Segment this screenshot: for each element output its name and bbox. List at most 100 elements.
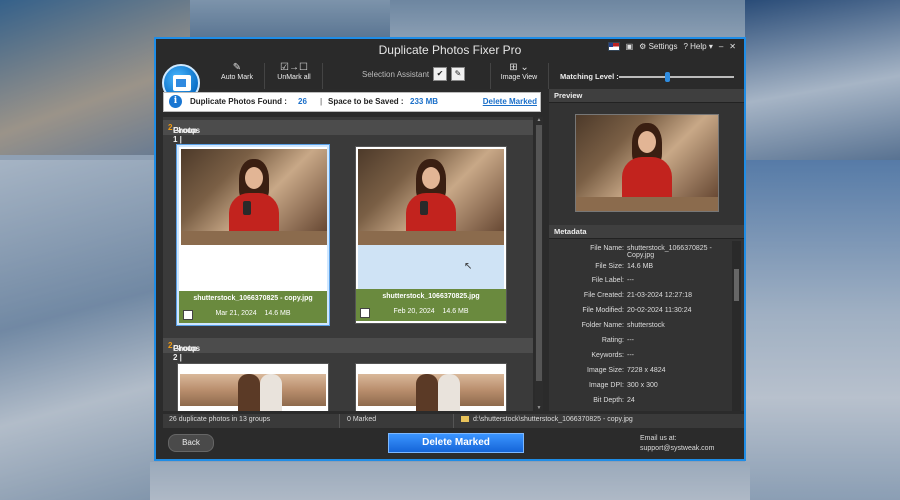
group-count: 2 — [168, 341, 173, 350]
status-path: d:\shutterstock\shutterstock_1066370825 … — [461, 416, 633, 423]
settings-label: Settings — [648, 42, 678, 51]
mouse-cursor-icon: ↖ — [464, 261, 473, 272]
status-path-text: d:\shutterstock\shutterstock_1066370825 … — [473, 416, 633, 423]
close-icon[interactable]: ✕ — [729, 42, 736, 51]
minimize-icon[interactable]: – — [719, 42, 723, 51]
metadata-title: Metadata — [554, 227, 587, 236]
matching-level-label: Matching Level : — [560, 72, 619, 81]
status-bar: 26 duplicate photos in 13 groups 0 Marke… — [163, 414, 744, 428]
folder-icon — [461, 416, 469, 423]
photo-filename: shutterstock_1066370825 - copy.jpg — [193, 295, 313, 302]
scrollbar-thumb[interactable] — [536, 125, 542, 381]
photo-card[interactable]: shutterstock_1066370825.jpg Feb 20, 2024… — [355, 146, 507, 324]
groups-scrollbar[interactable]: ▲ ▼ — [535, 117, 543, 411]
top-right-menu: ▣ ⚙ Settings ? Help ▾ – ✕ — [607, 42, 736, 51]
photo-date: Mar 21, 2024 — [215, 310, 257, 317]
title-bar: Duplicate Photos Fixer Pro ▣ ⚙ Settings … — [156, 39, 744, 61]
photo-thumbnail[interactable] — [358, 149, 504, 245]
metadata-value: --- — [627, 337, 634, 344]
photo-card[interactable] — [355, 363, 507, 411]
selection-assistant-unmark-icon[interactable]: ✎ — [451, 67, 465, 81]
scroll-up-icon[interactable]: ▲ — [536, 117, 542, 123]
preview-image — [575, 114, 719, 212]
photo-caption: shutterstock_1066370825 - copy.jpg Mar 2… — [179, 291, 327, 323]
back-button[interactable]: Back — [168, 434, 214, 452]
preview-title: Preview — [554, 91, 583, 100]
status-marked: 0 Marked — [347, 416, 377, 423]
unmark-all-label: UnMark all — [277, 74, 311, 81]
metadata-value: --- — [627, 352, 634, 359]
metadata-value: 300 x 300 — [627, 382, 658, 389]
metadata-key: Folder Name: — [581, 322, 624, 329]
settings-menu[interactable]: ⚙ Settings — [639, 42, 677, 51]
metadata-value: 7228 x 4824 — [627, 367, 666, 374]
photo-thumbnail[interactable] — [180, 366, 326, 411]
metadata-key: File Created: — [583, 292, 624, 299]
unmark-all-button[interactable]: ☑→☐ UnMark all — [266, 61, 322, 89]
delete-marked-button[interactable]: Delete Marked — [388, 433, 524, 453]
gear-icon: ⚙ — [639, 42, 647, 51]
account-icon[interactable]: ▣ — [626, 42, 634, 51]
metadata-header: Metadata — [549, 225, 744, 239]
metadata-key: File Size: — [595, 263, 624, 270]
delete-marked-link[interactable]: Delete Marked — [483, 97, 537, 106]
info-divider: | — [320, 97, 323, 106]
space-label: Space to be Saved : — [328, 97, 404, 106]
group-header[interactable]: Group 1 | 2 Photos — [163, 120, 533, 144]
metadata-list: File Name: shutterstock_1066370825 - Copy… — [549, 241, 732, 411]
email-label: Email us at: — [640, 435, 677, 442]
photo-size: 14.6 MB — [264, 310, 291, 317]
metadata-value: 21-03-2024 12:27:18 — [627, 292, 692, 299]
toolbar: ✎ Auto Mark ☑→☐ UnMark all Selection Ass… — [156, 61, 744, 102]
duplicates-info-bar: i Duplicate Photos Found : 26 | Space to… — [163, 92, 541, 112]
scroll-down-icon[interactable]: ▼ — [536, 405, 542, 411]
metadata-value: 24 — [627, 397, 635, 404]
metadata-key: File Modified: — [582, 307, 624, 314]
unmark-icon: ☑→☐ — [280, 62, 308, 73]
photo-size: 14.6 MB — [442, 308, 469, 315]
found-label: Duplicate Photos Found : — [190, 97, 287, 106]
right-panel: Preview Metadata File Name: shutterstock_… — [549, 89, 744, 411]
scrollbar-thumb[interactable] — [734, 269, 739, 301]
groups-panel: Group 1 | 2 Photos shutterstock_10663708… — [163, 117, 533, 411]
metadata-key: Image DPI: — [588, 382, 624, 389]
preview-header: Preview — [549, 89, 744, 103]
photo-card[interactable] — [177, 363, 329, 411]
image-view-button[interactable]: ⊞ ⌄ Image View — [492, 61, 546, 89]
help-menu[interactable]: ? Help ▾ — [683, 42, 712, 51]
app-window: Duplicate Photos Fixer Pro ▣ ⚙ Settings … — [154, 37, 746, 461]
metadata-key: File Name: — [590, 245, 624, 252]
metadata-key: Image Size: — [587, 367, 624, 374]
group-suffix: Photos — [173, 344, 201, 353]
metadata-key: Bit Depth: — [593, 397, 624, 404]
photo-caption: shutterstock_1066370825.jpg Feb 20, 2024… — [356, 289, 506, 321]
support-email: Email us at: support@systweak.com — [640, 434, 714, 454]
selection-assistant-mark-icon[interactable]: ✔ — [433, 67, 447, 81]
auto-mark-button[interactable]: ✎ Auto Mark — [210, 61, 264, 89]
photo-thumbnail[interactable] — [358, 366, 504, 411]
group-suffix: Photos — [173, 126, 201, 135]
photo-thumbnail[interactable] — [181, 149, 327, 245]
language-flag-icon[interactable] — [607, 42, 620, 51]
info-icon: i — [169, 95, 182, 108]
image-view-label: Image View — [500, 74, 538, 81]
group-header[interactable]: Group 2 | 2 Photos — [163, 338, 533, 362]
photo-filename: shutterstock_1066370825.jpg — [382, 293, 480, 300]
magic-wand-icon: ✎ — [232, 62, 242, 73]
metadata-value: 20-02-2024 11:30:24 — [627, 307, 692, 314]
photo-date: Feb 20, 2024 — [393, 308, 435, 315]
matching-level-knob[interactable] — [665, 72, 671, 82]
matching-level-slider[interactable] — [619, 72, 734, 82]
email-address[interactable]: support@systweak.com — [640, 444, 714, 454]
grid-view-icon: ⊞ ⌄ — [509, 62, 529, 73]
metadata-key: File Label: — [591, 277, 624, 284]
group-count: 2 — [168, 123, 173, 132]
metadata-scrollbar[interactable] — [732, 241, 741, 411]
metadata-value: 14.6 MB — [627, 263, 654, 270]
metadata-value: shutterstock — [627, 322, 665, 329]
photo-card[interactable]: shutterstock_1066370825 - copy.jpg Mar 2… — [177, 145, 329, 325]
metadata-key: Keywords: — [591, 352, 624, 359]
status-summary: 26 duplicate photos in 13 groups — [169, 416, 271, 423]
found-value: 26 — [298, 97, 307, 106]
selection-assistant-label: Selection Assistant — [362, 70, 430, 79]
